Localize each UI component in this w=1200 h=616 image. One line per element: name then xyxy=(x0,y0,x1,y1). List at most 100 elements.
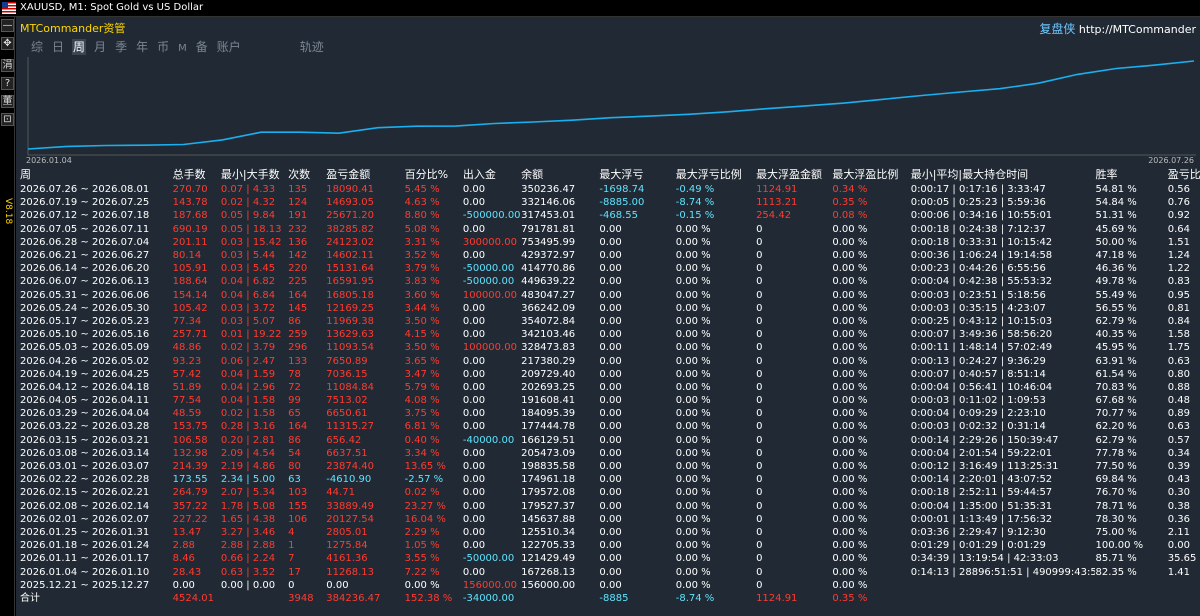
table-row[interactable]: 2026.04.12 ~ 2026.04.18 51.89 0.04 | 2.96 7… xyxy=(16,381,1200,394)
table-cell: 0.00 xyxy=(599,553,622,565)
window-icon[interactable]: ⊡ xyxy=(1,113,14,126)
help-icon[interactable]: ? xyxy=(1,77,14,90)
table-row[interactable]: 2026.01.18 ~ 2026.01.24 2.88 2.88 | 2.88 1 1… xyxy=(16,539,1200,552)
table-cell: 0.00 % xyxy=(832,276,868,288)
tab-1[interactable]: 日 xyxy=(51,39,65,55)
tab-6[interactable]: 币 xyxy=(156,39,170,55)
table-cell: 264.79 xyxy=(172,487,208,499)
column-header[interactable]: 余额 xyxy=(521,167,599,183)
table-row[interactable]: 2026.06.21 ~ 2026.06.27 80.14 0.03 | 5.44 1… xyxy=(16,249,1200,262)
tab-4[interactable]: 季 xyxy=(114,39,128,55)
tab-0[interactable]: 综 xyxy=(30,39,44,55)
table-cell: 220 xyxy=(288,263,308,275)
table-cell: 0:00:23 | 0:44:26 | 6:55:56 xyxy=(910,263,1046,275)
table-row[interactable]: 2026.07.26 ~ 2026.08.01 270.70 0.07 | 4.33… xyxy=(16,183,1200,196)
column-header[interactable]: 胜率 xyxy=(1095,167,1167,183)
table-row[interactable]: 2026.04.26 ~ 2026.05.02 93.23 0.06 | 2.47 1… xyxy=(16,354,1200,367)
table-cell: 0.00 xyxy=(172,579,195,591)
table-row[interactable]: 2026.05.17 ~ 2026.05.23 77.34 0.03 | 5.07 8… xyxy=(16,315,1200,328)
table-cell: 0.43 xyxy=(1167,474,1191,486)
column-header[interactable]: 百分比% xyxy=(405,167,463,183)
tab-8[interactable]: 备 xyxy=(195,39,209,55)
table-cell: 77.34 xyxy=(172,315,202,327)
table-cell: 0 xyxy=(756,368,763,380)
table-row[interactable]: 2026.05.24 ~ 2026.05.30 105.42 0.03 | 3.72… xyxy=(16,302,1200,315)
tab-9[interactable]: 账户 xyxy=(216,39,242,55)
commander-panel: MTCommander资管 复盘侠 http://MTCommander 综日周… xyxy=(16,17,1200,616)
table-cell: 0 xyxy=(756,421,763,433)
table-row[interactable]: 2026.03.22 ~ 2026.03.28 153.75 0.28 | 3.16… xyxy=(16,420,1200,433)
table-cell: 0 xyxy=(756,553,763,565)
column-header[interactable]: 出入金 xyxy=(463,167,521,183)
tab-10[interactable]: 轨迹 xyxy=(299,39,325,55)
table-row[interactable]: 2026.03.08 ~ 2026.03.14 132.98 2.09 | 4.54… xyxy=(16,447,1200,460)
table-cell: 11969.38 xyxy=(326,315,375,327)
table-cell: 0.00 xyxy=(599,355,622,367)
table-cell: 0.00 xyxy=(462,500,486,512)
table-row[interactable]: 2026.07.05 ~ 2026.07.11 690.19 0.05 | 18.1… xyxy=(16,223,1200,236)
table-cell: -2.57 % xyxy=(404,474,444,486)
minimize-icon[interactable]: — xyxy=(1,19,14,32)
table-row[interactable]: 2026.01.25 ~ 2026.01.31 13.47 3.27 | 3.46 4… xyxy=(16,526,1200,539)
table-cell: 13.47 xyxy=(172,526,202,538)
table-row[interactable]: 2026.02.22 ~ 2026.02.28 173.55 2.34 | 5.00… xyxy=(16,473,1200,486)
clear-icon[interactable]: 涓 xyxy=(1,59,14,72)
table-cell: 3.44 % xyxy=(404,302,440,314)
column-header[interactable]: 盈亏金额 xyxy=(326,167,404,183)
table-row[interactable]: 2026.03.15 ~ 2026.03.21 106.58 0.20 | 2.81… xyxy=(16,434,1200,447)
tab-2[interactable]: 周 xyxy=(72,39,87,55)
table-cell: 0.00 % xyxy=(832,447,868,459)
table-row[interactable]: 2026.06.07 ~ 2026.06.13 188.64 0.04 | 6.82… xyxy=(16,275,1200,288)
table-row[interactable]: 2026.03.01 ~ 2026.03.07 214.39 2.19 | 4.86… xyxy=(16,460,1200,473)
table-cell: 33889.49 xyxy=(326,500,375,512)
table-row[interactable]: 2026.01.04 ~ 2026.01.10 28.43 0.63 | 3.52 1… xyxy=(16,565,1200,578)
column-header[interactable]: 最大浮亏 xyxy=(599,167,675,183)
tab-7[interactable]: M xyxy=(177,41,188,57)
table-cell: 1 xyxy=(288,540,295,552)
tab-3[interactable]: 月 xyxy=(93,39,107,55)
table-row[interactable]: 2026.02.01 ~ 2026.02.07 227.22 1.65 | 4.38… xyxy=(16,513,1200,526)
settings-icon[interactable]: 董 xyxy=(1,95,14,108)
table-cell: 0 xyxy=(756,381,763,393)
column-header[interactable]: 盈亏比 xyxy=(1168,167,1200,183)
tab-5[interactable]: 年 xyxy=(135,39,149,55)
table-row[interactable]: 2026.04.19 ~ 2026.04.25 57.42 0.04 | 1.59 7… xyxy=(16,368,1200,381)
column-header[interactable]: 最大浮盈金额 xyxy=(756,167,832,183)
table-cell: 125510.34 xyxy=(521,526,576,538)
table-row[interactable]: 2026.07.12 ~ 2026.07.18 187.68 0.05 | 9.84… xyxy=(16,209,1200,222)
table-cell: 0.63 | 3.52 xyxy=(220,566,276,578)
table-row[interactable]: 2026.03.29 ~ 2026.04.04 48.59 0.02 | 1.58 6… xyxy=(16,407,1200,420)
table-row[interactable]: 2026.05.10 ~ 2026.05.16 257.71 0.01 | 19.2… xyxy=(16,328,1200,341)
table-cell: 46.36 % xyxy=(1095,263,1137,275)
table-cell: 0.04 | 6.84 xyxy=(220,289,276,301)
column-header[interactable]: 最大浮亏比例 xyxy=(676,167,756,183)
table-row[interactable]: 2026.05.03 ~ 2026.05.09 48.86 0.02 | 3.79 2… xyxy=(16,341,1200,354)
table-row[interactable]: 2026.05.31 ~ 2026.06.06 154.14 0.04 | 6.84… xyxy=(16,289,1200,302)
move-icon[interactable]: ✥ xyxy=(1,37,14,50)
table-cell: 2026.04.26 ~ 2026.05.02 xyxy=(20,355,150,367)
column-header[interactable]: 最大浮盈比例 xyxy=(832,167,910,183)
table-cell: 2026.05.10 ~ 2026.05.16 xyxy=(20,329,150,341)
table-cell: 753495.99 xyxy=(521,236,576,248)
table-row[interactable]: 2026.01.11 ~ 2026.01.17 8.46 0.66 | 2.24 7 4… xyxy=(16,552,1200,565)
total-cell xyxy=(221,592,288,605)
table-cell: 0.00 xyxy=(599,513,622,525)
column-header[interactable]: 周 xyxy=(16,167,173,183)
table-cell: 1.75 xyxy=(1167,342,1191,354)
table-row[interactable]: 2026.02.08 ~ 2026.02.14 357.22 1.78 | 5.08… xyxy=(16,500,1200,513)
table-row[interactable]: 2025.12.21 ~ 2025.12.27 0.00 0.00 | 0.00 0 0… xyxy=(16,579,1200,592)
column-header[interactable]: 次数 xyxy=(288,167,326,183)
table-row[interactable]: 2026.06.28 ~ 2026.07.04 201.11 0.03 | 15.4… xyxy=(16,236,1200,249)
column-header[interactable]: 最小|平均|最大持仓时间 xyxy=(911,167,1096,183)
table-row[interactable]: 2026.06.14 ~ 2026.06.20 105.91 0.03 | 5.45… xyxy=(16,262,1200,275)
table-row[interactable]: 2026.02.15 ~ 2026.02.21 264.79 2.07 | 5.34… xyxy=(16,486,1200,499)
table-row[interactable]: 2026.07.19 ~ 2026.07.25 143.78 0.02 | 4.32… xyxy=(16,196,1200,209)
table-cell: 38285.82 xyxy=(326,223,375,235)
table-cell: 0.00 xyxy=(326,579,349,591)
table-row[interactable]: 2026.04.05 ~ 2026.04.11 77.54 0.04 | 1.58 9… xyxy=(16,394,1200,407)
table-cell: 136 xyxy=(288,236,308,248)
table-cell: 3.65 % xyxy=(404,355,440,367)
panel-link[interactable]: 复盘侠 http://MTCommander xyxy=(1039,20,1196,37)
column-header[interactable]: 总手数 xyxy=(173,167,221,183)
column-header[interactable]: 最小|大手数 xyxy=(221,167,288,183)
